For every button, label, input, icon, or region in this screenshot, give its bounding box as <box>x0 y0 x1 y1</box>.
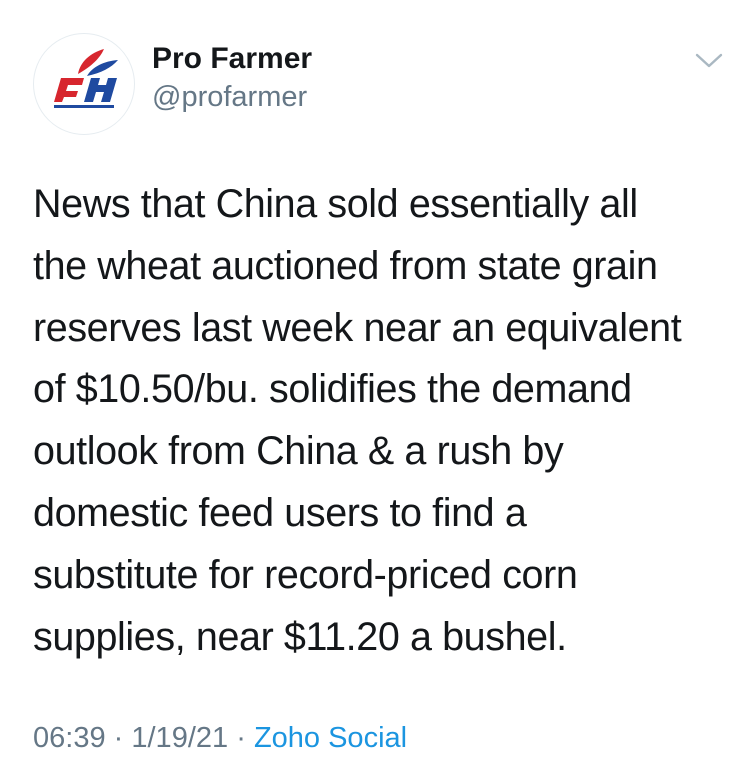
tweet-meta: 06:39 · 1/19/21 · Zoho Social <box>33 720 407 756</box>
display-name[interactable]: Pro Farmer <box>152 41 312 77</box>
tweet-date[interactable]: 1/19/21 <box>131 722 228 754</box>
tweet-text: News that China sold essentially all the… <box>33 182 682 659</box>
meta-separator: · <box>113 722 124 754</box>
pro-farmer-logo-icon <box>54 49 118 108</box>
chevron-down-icon <box>695 53 723 68</box>
tweet-card: Pro Farmer @profarmer News that China so… <box>0 0 750 772</box>
tweet-menu-button[interactable] <box>691 45 727 75</box>
meta-separator: · <box>236 722 246 754</box>
tweet-source-link[interactable]: Zoho Social <box>254 722 407 754</box>
user-handle[interactable]: @profarmer <box>152 79 307 115</box>
tweet-time[interactable]: 06:39 <box>33 722 106 754</box>
avatar[interactable] <box>33 33 135 135</box>
